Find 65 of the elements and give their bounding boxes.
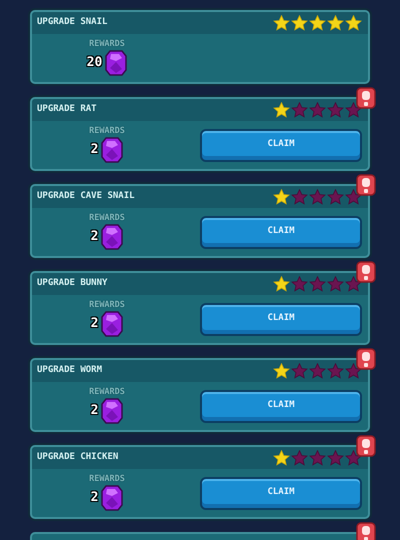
reward-amount: 2 (90, 140, 98, 159)
quest-title: UPGRADE WORM (37, 364, 102, 378)
star-icon (273, 450, 290, 466)
star-icon (291, 363, 308, 379)
alert-icon (356, 348, 376, 370)
star-icon (309, 189, 326, 205)
star-icon (309, 450, 326, 466)
gem-icon (101, 484, 124, 511)
star-icon (327, 15, 344, 31)
rewards-label: REWARDS (89, 40, 125, 50)
star-icon (291, 102, 308, 118)
rewards-label: REWARDS (89, 127, 125, 137)
rewards-label: REWARDS (89, 214, 125, 224)
star-icon (273, 189, 290, 205)
rewards-label: REWARDS (89, 301, 125, 311)
star-icon (291, 189, 308, 205)
gem-icon (101, 224, 124, 250)
gem-icon (101, 136, 124, 163)
star-icon (327, 102, 344, 118)
claim-button[interactable]: CLAIM (200, 390, 362, 422)
star-icon (345, 189, 362, 205)
star-icon (291, 15, 308, 31)
star-icon (291, 276, 308, 292)
star-icon (273, 15, 290, 31)
gem-icon (105, 50, 128, 76)
star-icon (273, 363, 290, 379)
quest-title: UPGRADE RAT (37, 103, 97, 116)
reward-amount: 20 (86, 54, 102, 72)
quest-title: UPGRADE CHICKEN (37, 451, 118, 464)
alert-icon (356, 522, 376, 540)
star-icon (327, 363, 344, 379)
star-icon (309, 276, 326, 292)
star-icon (345, 450, 362, 466)
quest-title: UPGRADE SNAIL (37, 16, 108, 30)
star-icon (273, 102, 290, 118)
star-icon (327, 276, 344, 292)
star-icon (273, 276, 290, 292)
reward-amount: 2 (90, 402, 98, 420)
star-icon (309, 15, 326, 31)
reward-amount: 2 (90, 314, 98, 333)
star-icon (345, 363, 362, 379)
reward-amount: 2 (90, 228, 98, 246)
star-icon (345, 15, 362, 31)
quest-title: UPGRADE CAVE SNAIL (37, 190, 135, 204)
gem-icon (101, 310, 124, 337)
reward-amount: 2 (90, 488, 98, 507)
alert-icon (356, 86, 376, 109)
star-icon (309, 102, 326, 118)
claim-button[interactable]: CLAIM (200, 302, 362, 336)
star-icon (309, 363, 326, 379)
star-icon (291, 450, 308, 466)
claim-button[interactable]: CLAIM (200, 128, 362, 162)
claim-button[interactable]: CLAIM (200, 476, 362, 510)
alert-icon (356, 434, 376, 457)
star-icon (345, 102, 362, 118)
gem-icon (101, 398, 124, 424)
rewards-label: REWARDS (89, 475, 125, 485)
alert-icon (356, 260, 376, 283)
rewards-label: REWARDS (89, 388, 125, 398)
star-icon (345, 276, 362, 292)
claim-button[interactable]: CLAIM (200, 216, 362, 248)
star-icon (327, 450, 344, 466)
alert-icon (356, 174, 376, 196)
quest-title: UPGRADE BUNNY (37, 277, 108, 290)
star-icon (327, 189, 344, 205)
